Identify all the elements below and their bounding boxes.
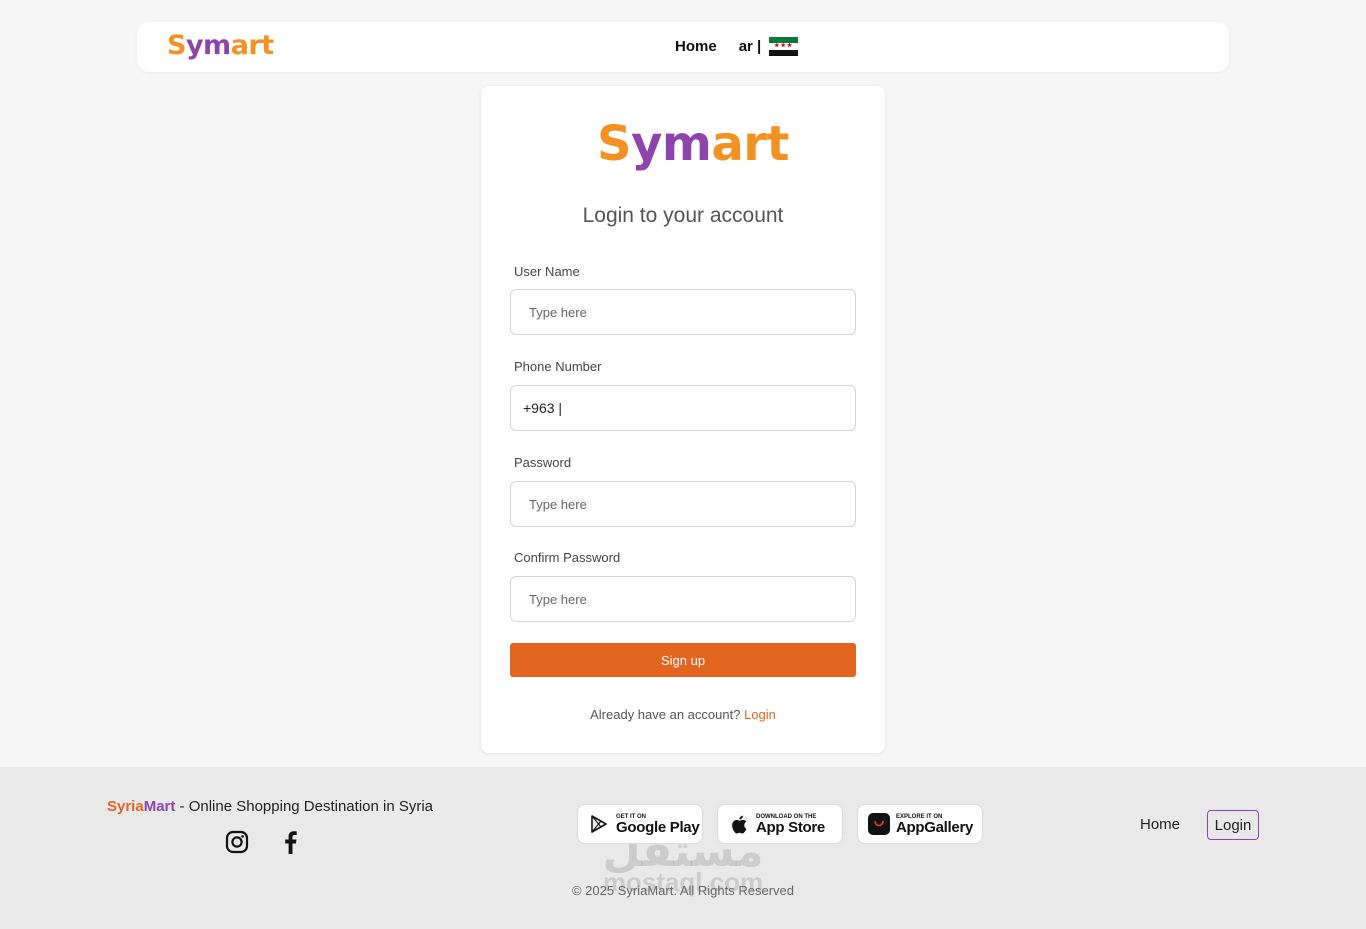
- apple-icon: [728, 813, 750, 835]
- facebook-icon[interactable]: [278, 829, 304, 855]
- logo-letter-t: t: [766, 116, 789, 172]
- login-link[interactable]: Login: [744, 707, 776, 722]
- google-play-icon: [588, 813, 610, 835]
- username-label: User Name: [514, 264, 580, 279]
- phone-label: Phone Number: [514, 359, 602, 374]
- app-store-badge[interactable]: Download on the App Store: [717, 804, 843, 844]
- store-big-text: Google Play: [616, 818, 700, 836]
- confirm-password-input[interactable]: [510, 576, 856, 622]
- top-navbar: Sym ar t Home ar | ★★★: [137, 22, 1229, 72]
- username-input[interactable]: [510, 289, 856, 335]
- footer-login-button[interactable]: Login: [1207, 810, 1259, 840]
- password-input[interactable]: [510, 481, 856, 527]
- syria-flag-icon[interactable]: ★★★: [769, 37, 799, 56]
- footer: SyriaMart - Online Shopping Destination …: [0, 767, 1366, 929]
- logo-letters-ar: ar: [230, 30, 262, 61]
- footer-tagline: SyriaMart - Online Shopping Destination …: [107, 798, 433, 815]
- logo-letter-s: S: [167, 30, 186, 61]
- logo-letters-ym: ym: [185, 30, 231, 61]
- footer-home-link[interactable]: Home: [1140, 816, 1180, 833]
- nav-home-link[interactable]: Home: [675, 38, 717, 55]
- confirm-password-label: Confirm Password: [514, 550, 621, 565]
- already-account-text: Already have an account? Login: [481, 707, 885, 722]
- store-big-text: AppGallery: [896, 818, 974, 836]
- signup-card: Symart Login to your account User Name P…: [481, 86, 885, 753]
- card-title: Login to your account: [582, 204, 784, 227]
- logo-letter-s: S: [597, 116, 632, 172]
- tagline-text: - Online Shopping Destination in Syria: [175, 798, 434, 815]
- store-big-text: App Store: [756, 818, 825, 836]
- logo-letters-ar: ar: [711, 116, 767, 172]
- logo-letter-t: t: [261, 30, 274, 61]
- top-nav: Home ar | ★★★: [675, 37, 799, 56]
- symart-logo[interactable]: Sym ar t: [167, 31, 274, 61]
- logo-letters-ym: ym: [631, 116, 712, 172]
- app-gallery-badge[interactable]: EXPLORE IT ON AppGallery: [857, 804, 983, 844]
- huawei-icon: [868, 813, 890, 835]
- password-label: Password: [514, 455, 572, 470]
- brand-mart: Mart: [143, 798, 176, 815]
- already-account-label: Already have an account?: [590, 707, 741, 722]
- google-play-badge[interactable]: GET IT ON Google Play: [577, 804, 703, 844]
- symart-logo-large: Sym ar t: [597, 116, 789, 172]
- copyright-text: © 2025 SyriaMart. All Rights Reserved: [571, 883, 794, 898]
- brand-syria: Syria: [107, 798, 144, 815]
- language-switch[interactable]: ar |: [739, 38, 762, 55]
- instagram-icon[interactable]: [224, 829, 250, 855]
- signup-button[interactable]: Sign up: [510, 643, 856, 677]
- phone-input[interactable]: [510, 385, 856, 431]
